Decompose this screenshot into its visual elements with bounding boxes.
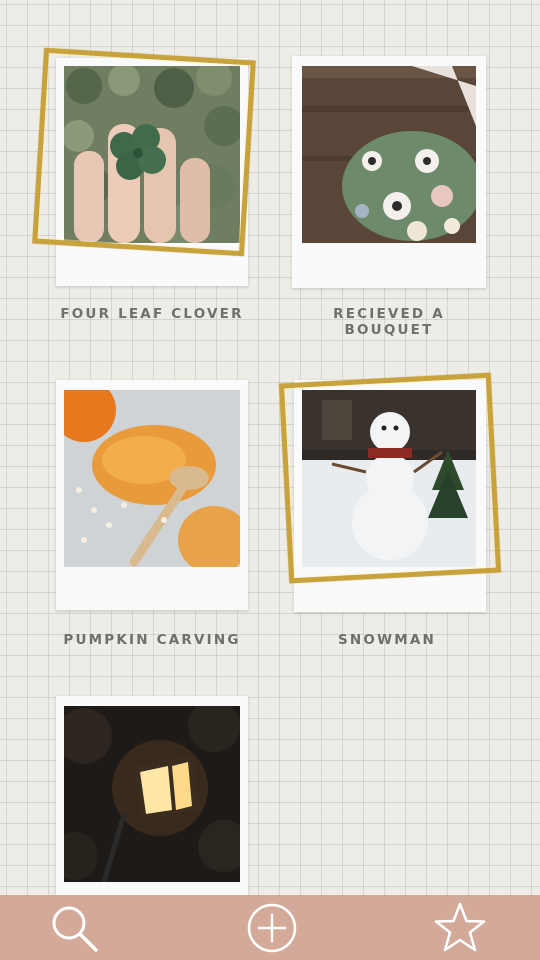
search-button[interactable]	[46, 901, 102, 955]
star-icon	[434, 902, 486, 952]
clover-photo	[64, 66, 240, 243]
lantern-photo	[64, 706, 240, 882]
add-memory-button[interactable]	[244, 901, 300, 955]
pumpkin-photo	[64, 390, 240, 567]
plus-circle-icon	[247, 903, 297, 953]
card-caption: FOUR LEAF CLOVER	[60, 306, 244, 322]
bottom-nav-bar	[0, 895, 540, 960]
card-caption: SNOWMAN	[338, 632, 436, 648]
bouquet-photo	[302, 66, 476, 243]
search-icon	[52, 906, 98, 952]
snowman-photo	[302, 390, 476, 567]
card-caption: PUMPKIN CARVING	[63, 632, 241, 648]
card-caption: RECIEVED A BOUQUET	[333, 306, 445, 338]
favorites-button[interactable]	[432, 901, 488, 955]
